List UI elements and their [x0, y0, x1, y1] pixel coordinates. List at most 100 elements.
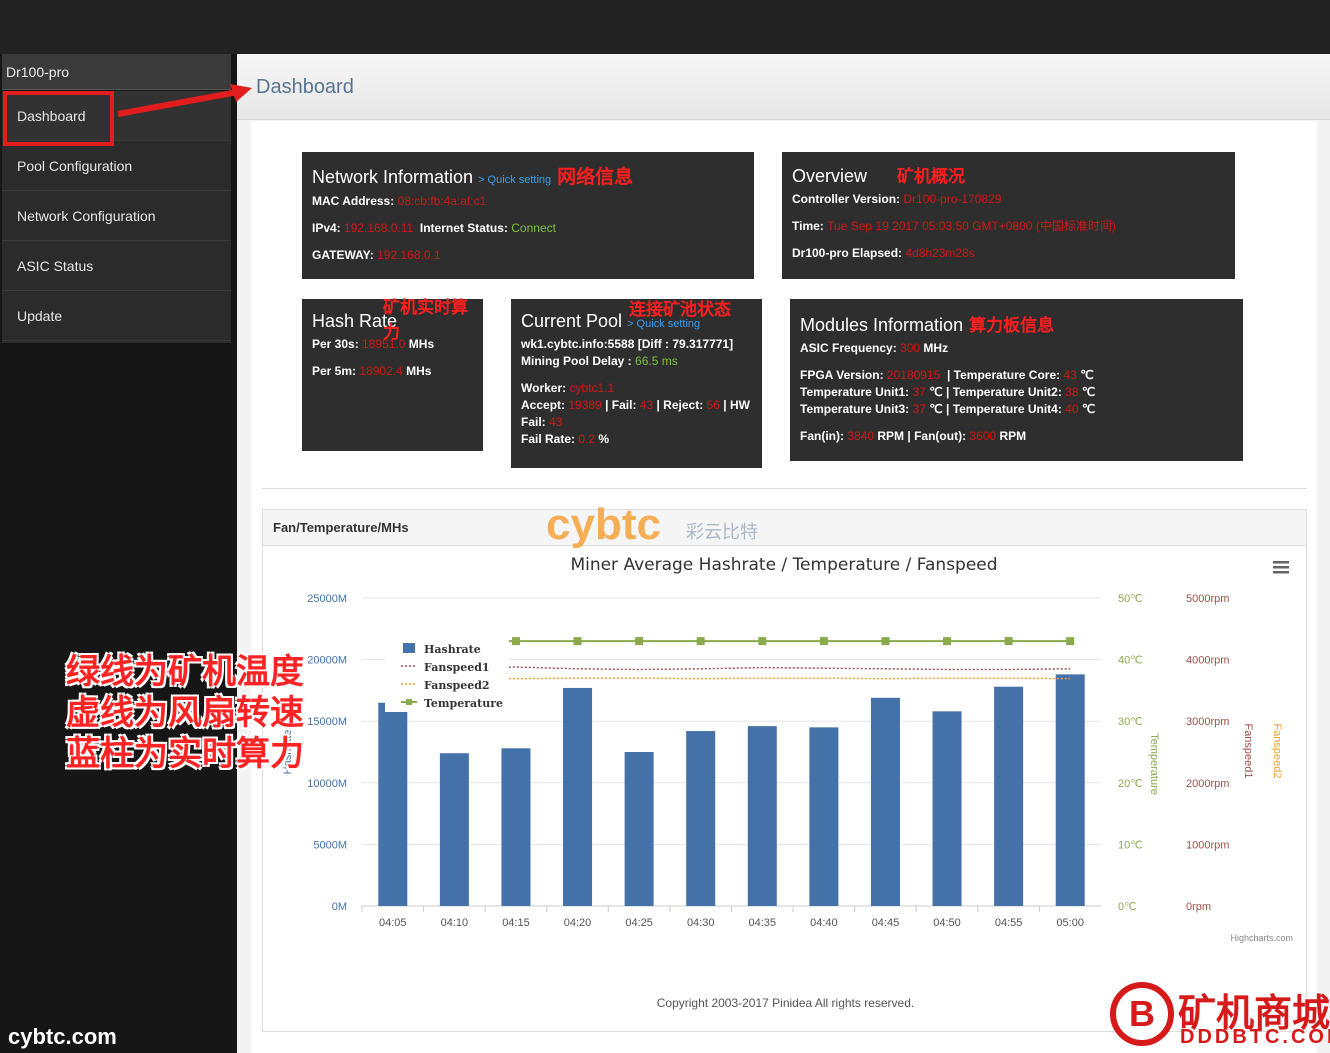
temp-tick-label: 10℃: [1118, 839, 1143, 851]
fpga-row: FPGA Version: 20180915 | Temperature Cor…: [800, 367, 1233, 384]
top-bar: [0, 0, 1330, 54]
reject-label: | Reject:: [656, 398, 704, 412]
unit1-label: Temperature Unit1:: [800, 385, 910, 399]
fanout-unit: RPM: [999, 429, 1027, 443]
annotation-line-2: 虚线为风扇转速: [66, 694, 304, 732]
accept-row: Accept: 19389 | Fail: 43 | Reject: 56 | …: [521, 397, 752, 414]
temperature-point: [758, 637, 767, 646]
sidebar-item-pool-configuration[interactable]: Pool Configuration: [2, 141, 231, 191]
chart-title: Miner Average Hashrate / Temperature / F…: [570, 555, 997, 575]
elapsed-label: Dr100-pro Elapsed:: [792, 246, 903, 260]
elapsed-row: Dr100-pro Elapsed: 4d8h23m28s: [792, 245, 1225, 262]
annotation-line-3: 蓝柱为实时算力: [66, 735, 304, 773]
sidebar-item-network-configuration[interactable]: Network Configuration: [2, 191, 231, 241]
hashrate-bar: [932, 711, 962, 906]
time-row: Time: Tue Sep 19 2017 05:03:50 GMT+0800 …: [792, 218, 1225, 235]
mac-value: 08:cb:fb:4a:af:c1: [397, 194, 487, 208]
hashrate-bar: [747, 726, 777, 906]
fan-tick-label: 5000rpm: [1186, 593, 1229, 605]
status-label: Internet Status:: [419, 221, 508, 235]
modules-cn-label: 算力板信息: [969, 316, 1055, 335]
temp-tick-label: 50℃: [1118, 593, 1143, 605]
legend-temp-marker: [406, 699, 412, 705]
temperature-point: [819, 637, 828, 646]
x-tick-label: 04:55: [995, 917, 1023, 929]
fan-tick-label: 3000rpm: [1186, 716, 1229, 728]
y-tick-label: 5000M: [313, 839, 347, 851]
hashrate-chart: Miner Average Hashrate / Temperature / F…: [282, 555, 1293, 943]
menu-icon: [1273, 561, 1289, 564]
temperature-point: [881, 637, 890, 646]
content: Network Information > Quick setting 网络信息 …: [251, 121, 1317, 1053]
x-tick-label: 04:30: [687, 917, 715, 929]
unit12-row: Temperature Unit1: 37 ℃ | Temperature Un…: [800, 384, 1233, 401]
failrate-value: 0.2: [578, 432, 596, 446]
page-header: Dashboard: [237, 54, 1330, 120]
hashrate-bar: [686, 731, 716, 906]
x-tick-label: 04:35: [749, 917, 777, 929]
delay-value: 66.5 ms: [635, 354, 678, 368]
core-value: 43: [1063, 368, 1077, 382]
unit2-value: 38: [1065, 385, 1079, 399]
pool-card: Current Pool > Quick setting 连接矿池状态 wk1.…: [511, 299, 762, 468]
version-row: Controller Version: Dr100-pro-170829: [792, 191, 1225, 208]
overview-cn-label: 矿机概况: [897, 167, 966, 186]
delay-row: Mining Pool Delay : 66.5 ms: [521, 353, 752, 370]
fail2-row: Fail: 43: [521, 414, 752, 431]
network-cn-label: 网络信息: [557, 167, 634, 188]
sidebar: Dr100-pro Dashboard Pool Configuration N…: [0, 54, 237, 1053]
x-tick-label: 04:45: [872, 917, 900, 929]
ip-value: 192.168.0.11: [344, 221, 414, 235]
hashrate-bar: [870, 697, 900, 906]
sidebar-item-asic-status[interactable]: ASIC Status: [2, 241, 231, 291]
menu-icon: [1273, 566, 1289, 569]
temp-tick-label: 40℃: [1118, 655, 1143, 667]
network-quick-setting-link[interactable]: > Quick setting: [478, 174, 551, 186]
version-value: Dr100-pro-170829: [903, 192, 1002, 206]
y-tick-label: 10000M: [307, 778, 347, 790]
y-tick-label: 15000M: [307, 716, 347, 728]
per5-unit: MHs: [406, 364, 432, 378]
overview-title-text: Overview: [792, 166, 868, 186]
legend-hashrate-label: Hashrate: [424, 643, 481, 656]
hashrate-bar: [994, 686, 1024, 906]
accept-label: Accept:: [521, 398, 566, 412]
hashrate-bar: [378, 702, 408, 906]
pool-title-text: Current Pool: [521, 311, 623, 331]
hashrate-bar: [439, 753, 469, 906]
pool-url: wk1.cybtc.info:5588 [Diff : 79.317771]: [521, 337, 734, 351]
cybtc-watermark-cn: 彩云比特: [686, 522, 758, 542]
network-title: Network Information > Quick setting 网络信息: [312, 162, 744, 189]
core-label: | Temperature Core:: [946, 368, 1061, 382]
per5-row: Per 5m: 18902.4 MHs: [312, 363, 473, 380]
x-tick-label: 04:15: [502, 917, 530, 929]
hashrate-bar: [624, 752, 654, 906]
failrate-label: Fail Rate:: [521, 432, 576, 446]
network-card: Network Information > Quick setting 网络信息 …: [302, 152, 754, 279]
per30-label: Per 30s:: [312, 337, 359, 351]
fanout-label: RPM | Fan(out):: [877, 429, 967, 443]
freq-label: ASIC Frequency:: [800, 341, 897, 355]
hw-label: | HW: [723, 398, 750, 412]
highlight-box: [3, 91, 114, 146]
ip-row: IPv4: 192.168.0.11 Internet Status: Conn…: [312, 220, 744, 237]
unit2-unit: ℃: [1081, 385, 1096, 399]
annotation-text: 绿线为矿机温度 虚线为风扇转速 蓝柱为实时算力: [66, 652, 304, 775]
temperature-point: [1066, 637, 1075, 646]
time-value: Tue Sep 19 2017 05:03:50 GMT+0800 (中国标准时…: [827, 219, 1116, 233]
fan-tick-label: 2000rpm: [1186, 778, 1229, 790]
fan-row: Fan(in): 3840 RPM | Fan(out): 3600 RPM: [800, 428, 1233, 445]
fail-label: | Fail:: [605, 398, 637, 412]
fanin-value: 3840: [847, 429, 875, 443]
hashrate-bar: [1055, 674, 1085, 906]
version-label: Controller Version:: [792, 192, 901, 206]
x-tick-label: 04:40: [810, 917, 838, 929]
mac-row: MAC Address: 08:cb:fb:4a:af:c1: [312, 193, 744, 210]
temperature-point: [511, 637, 520, 646]
temperature-point: [635, 637, 644, 646]
unit3-value: 37: [912, 402, 926, 416]
modules-title: Modules Information 算力板信息: [800, 311, 1233, 336]
watermark-bottom-left: cybtc.com: [8, 1024, 117, 1049]
accept-value: 19389: [568, 398, 602, 412]
sidebar-item-update[interactable]: Update: [2, 291, 231, 341]
